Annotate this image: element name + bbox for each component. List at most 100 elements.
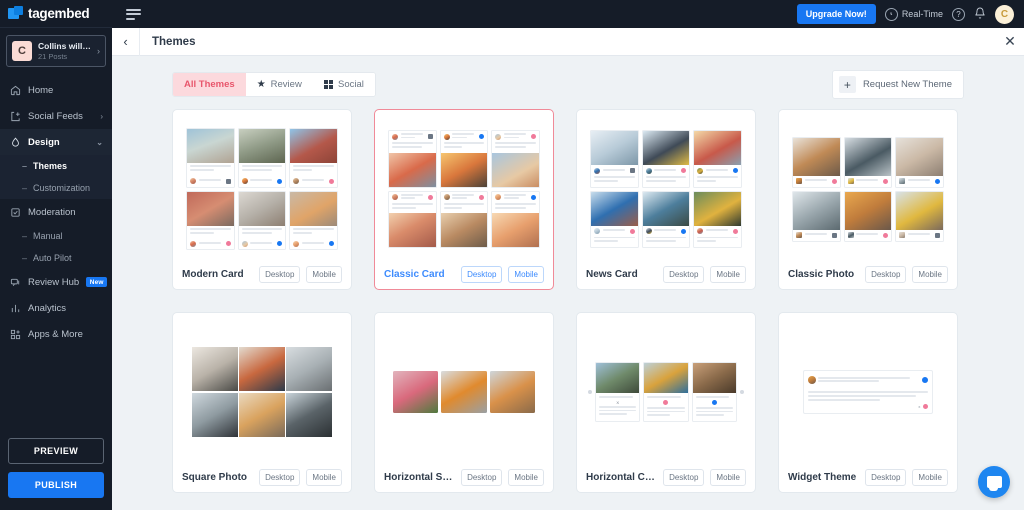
sidebar-item-home[interactable]: Home [0, 77, 112, 103]
sidebar: tagembed C Collins william'... 21 Posts … [0, 0, 112, 510]
star-icon: ★ [256, 79, 266, 90]
mobile-preview-button[interactable]: Mobile [508, 265, 544, 283]
feed-add-icon [9, 110, 21, 122]
realtime-label: Real-Time [901, 9, 943, 19]
theme-card-horizontal-columns[interactable]: X Horizontal Columns Desktop Mobile [576, 312, 756, 493]
sidebar-item-label: Home [28, 84, 54, 96]
theme-card-classic-card[interactable]: Classic Card Desktop Mobile [374, 109, 554, 290]
mobile-preview-button[interactable]: Mobile [710, 468, 746, 486]
desktop-preview-button[interactable]: Desktop [259, 265, 301, 283]
sidebar-item-manual[interactable]: – Manual [0, 225, 112, 247]
account-name: Collins william'... [38, 41, 91, 51]
sidebar-item-moderation[interactable]: Moderation [0, 199, 112, 225]
theme-card-classic-photo[interactable]: Classic Photo Desktop Mobile [778, 109, 958, 290]
apps-icon [9, 328, 21, 340]
brand[interactable]: tagembed [0, 0, 112, 28]
theme-card-footer: Horizontal Slider Desktop Mobile [384, 462, 544, 492]
sidebar-item-label: Apps & More [28, 328, 83, 340]
sidebar-group-design: Design ⌄ – Themes – Customization [0, 129, 112, 199]
theme-name: News Card [586, 268, 638, 280]
plus-icon: + [838, 76, 856, 93]
account-posts: 21 Posts [38, 52, 68, 61]
sidebar-nav: Home Social Feeds › Design ⌄ – Themes – … [0, 73, 112, 438]
grid-icon [323, 79, 333, 90]
sidebar-item-themes[interactable]: – Themes [0, 155, 112, 177]
sidebar-item-design[interactable]: Design ⌄ [0, 129, 112, 155]
mobile-preview-button[interactable]: Mobile [912, 265, 948, 283]
close-icon[interactable]: ✕ [996, 28, 1024, 56]
theme-preview-widget-theme: x [788, 322, 948, 462]
desktop-preview-button[interactable]: Desktop [865, 468, 907, 486]
realtime-toggle[interactable]: Real-Time [884, 7, 943, 21]
design-drop-icon [9, 136, 21, 148]
themes-grid: Modern Card Desktop Mobile Classic Card … [112, 109, 1024, 510]
dash-marker: – [22, 253, 28, 263]
upgrade-now-button[interactable]: Upgrade Now! [796, 4, 876, 24]
theme-card-footer: Classic Card Desktop Mobile [384, 259, 544, 289]
desktop-preview-button[interactable]: Desktop [259, 468, 301, 486]
theme-card-footer: Widget Theme Desktop Mobile [788, 462, 948, 492]
sidebar-subitem-label: Auto Pilot [33, 253, 72, 263]
theme-preview-classic-photo [788, 119, 948, 259]
bell-icon[interactable] [974, 7, 986, 22]
moderation-icon [9, 206, 21, 218]
filter-review[interactable]: ★ Review [245, 73, 313, 96]
chat-bubble-icon[interactable] [978, 466, 1010, 498]
request-new-theme-label: Request New Theme [862, 79, 952, 90]
slider-prev-dot [588, 390, 592, 394]
theme-card-widget-theme[interactable]: x Widget Theme Desktop Mobile [778, 312, 958, 493]
sidebar-item-analytics[interactable]: Analytics [0, 295, 112, 321]
account-switcher[interactable]: C Collins william'... 21 Posts › [6, 35, 106, 67]
sidebar-subitem-label: Customization [33, 183, 91, 193]
review-hub-icon [9, 276, 21, 288]
chevron-left-icon[interactable]: ‹ [112, 27, 140, 56]
desktop-preview-button[interactable]: Desktop [663, 265, 705, 283]
sidebar-item-auto-pilot[interactable]: – Auto Pilot [0, 247, 112, 269]
dash-marker: – [22, 231, 28, 241]
mobile-preview-button[interactable]: Mobile [710, 265, 746, 283]
question-mark-icon[interactable]: ? [952, 7, 965, 21]
brand-name: tagembed [28, 6, 90, 21]
sidebar-subitem-label: Themes [33, 161, 68, 171]
theme-card-horizontal-slider[interactable]: Horizontal Slider Desktop Mobile [374, 312, 554, 493]
filter-all-themes[interactable]: All Themes [173, 73, 246, 96]
mobile-preview-button[interactable]: Mobile [912, 468, 948, 486]
sidebar-item-apps-more[interactable]: Apps & More [0, 321, 112, 347]
theme-card-modern-card[interactable]: Modern Card Desktop Mobile [172, 109, 352, 290]
preview-button[interactable]: PREVIEW [8, 438, 104, 464]
themes-toolbar: All Themes ★ Review Social + Request New… [112, 56, 1024, 109]
page-header: ‹ Themes ✕ [112, 27, 1024, 56]
desktop-preview-button[interactable]: Desktop [865, 265, 907, 283]
page-title: Themes [152, 35, 196, 48]
account-avatar: C [12, 41, 32, 61]
filter-social[interactable]: Social [312, 73, 375, 96]
app-root: tagembed C Collins william'... 21 Posts … [0, 0, 1024, 510]
theme-card-square-photo[interactable]: Square Photo Desktop Mobile [172, 312, 352, 493]
request-new-theme-button[interactable]: + Request New Theme [831, 70, 964, 99]
desktop-preview-button[interactable]: Desktop [461, 468, 503, 486]
theme-name: Modern Card [182, 268, 244, 280]
home-icon [9, 84, 21, 96]
mobile-preview-button[interactable]: Mobile [306, 265, 342, 283]
desktop-preview-button[interactable]: Desktop [663, 468, 705, 486]
theme-name: Square Photo [182, 471, 248, 483]
sidebar-item-social-feeds[interactable]: Social Feeds › [0, 103, 112, 129]
sidebar-item-customization[interactable]: – Customization [0, 177, 112, 199]
sidebar-item-review-hub[interactable]: Review Hub New [0, 269, 112, 295]
chevron-down-icon: ⌄ [96, 137, 103, 147]
filter-label: Social [338, 79, 364, 90]
filter-label: Review [270, 79, 302, 90]
dash-marker: – [22, 161, 28, 171]
mobile-preview-button[interactable]: Mobile [306, 468, 342, 486]
theme-card-news-card[interactable]: News Card Desktop Mobile [576, 109, 756, 290]
sidebar-item-label: Moderation [28, 206, 76, 218]
mobile-preview-button[interactable]: Mobile [508, 468, 544, 486]
tagembed-logo-icon [8, 6, 23, 21]
hamburger-menu-icon[interactable] [126, 8, 141, 20]
theme-preview-modern-card [182, 119, 342, 259]
account-text: Collins william'... 21 Posts [38, 41, 91, 61]
desktop-preview-button[interactable]: Desktop [461, 265, 503, 283]
publish-button[interactable]: PUBLISH [8, 472, 104, 498]
user-avatar[interactable]: C [995, 4, 1014, 24]
clock-icon [884, 7, 898, 21]
